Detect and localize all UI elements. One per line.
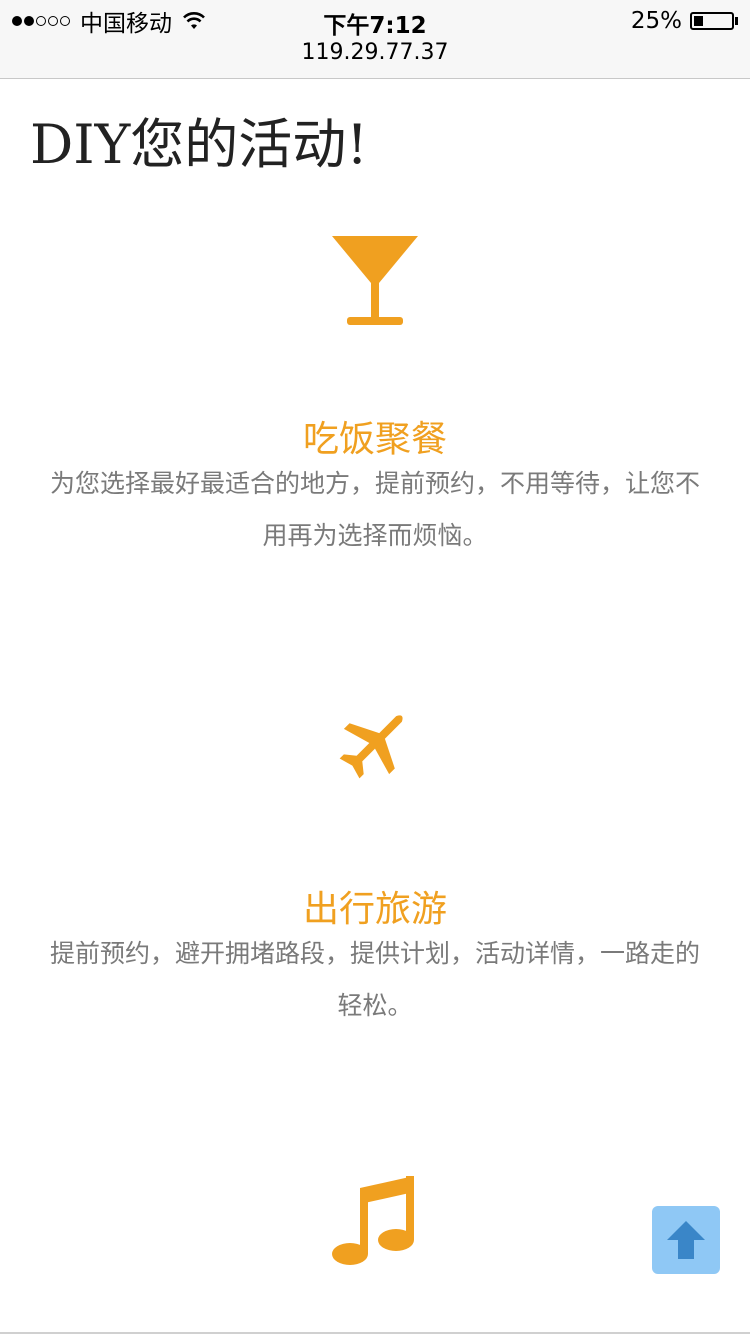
cocktail-glass-icon <box>332 236 418 325</box>
feature-description: 为您选择最好最适合的地方，提前预约，不用等待，让您不用再为选择而烦恼。 <box>49 469 700 550</box>
back-to-top-button[interactable] <box>652 1206 720 1274</box>
airplane-icon <box>339 715 403 779</box>
battery-icon <box>690 12 734 30</box>
status-bar: 中国移动 下午7:12 119.29.77.37 25% <box>0 0 750 79</box>
battery-percent: 25% <box>630 8 682 34</box>
feature-description: 提前预约，避开拥堵路段，提供计划，活动详情，一路走的轻松。 <box>49 939 700 1020</box>
arrow-up-icon <box>667 1221 705 1259</box>
address-bar-url[interactable]: 119.29.77.37 <box>0 40 750 65</box>
feature-title: 吃饭聚餐 <box>302 419 447 460</box>
feature-title: 出行旅游 <box>302 889 447 930</box>
page-title: DIY您的活动! <box>30 113 368 176</box>
music-note-icon <box>332 1176 414 1265</box>
status-right: 25% <box>631 6 738 36</box>
